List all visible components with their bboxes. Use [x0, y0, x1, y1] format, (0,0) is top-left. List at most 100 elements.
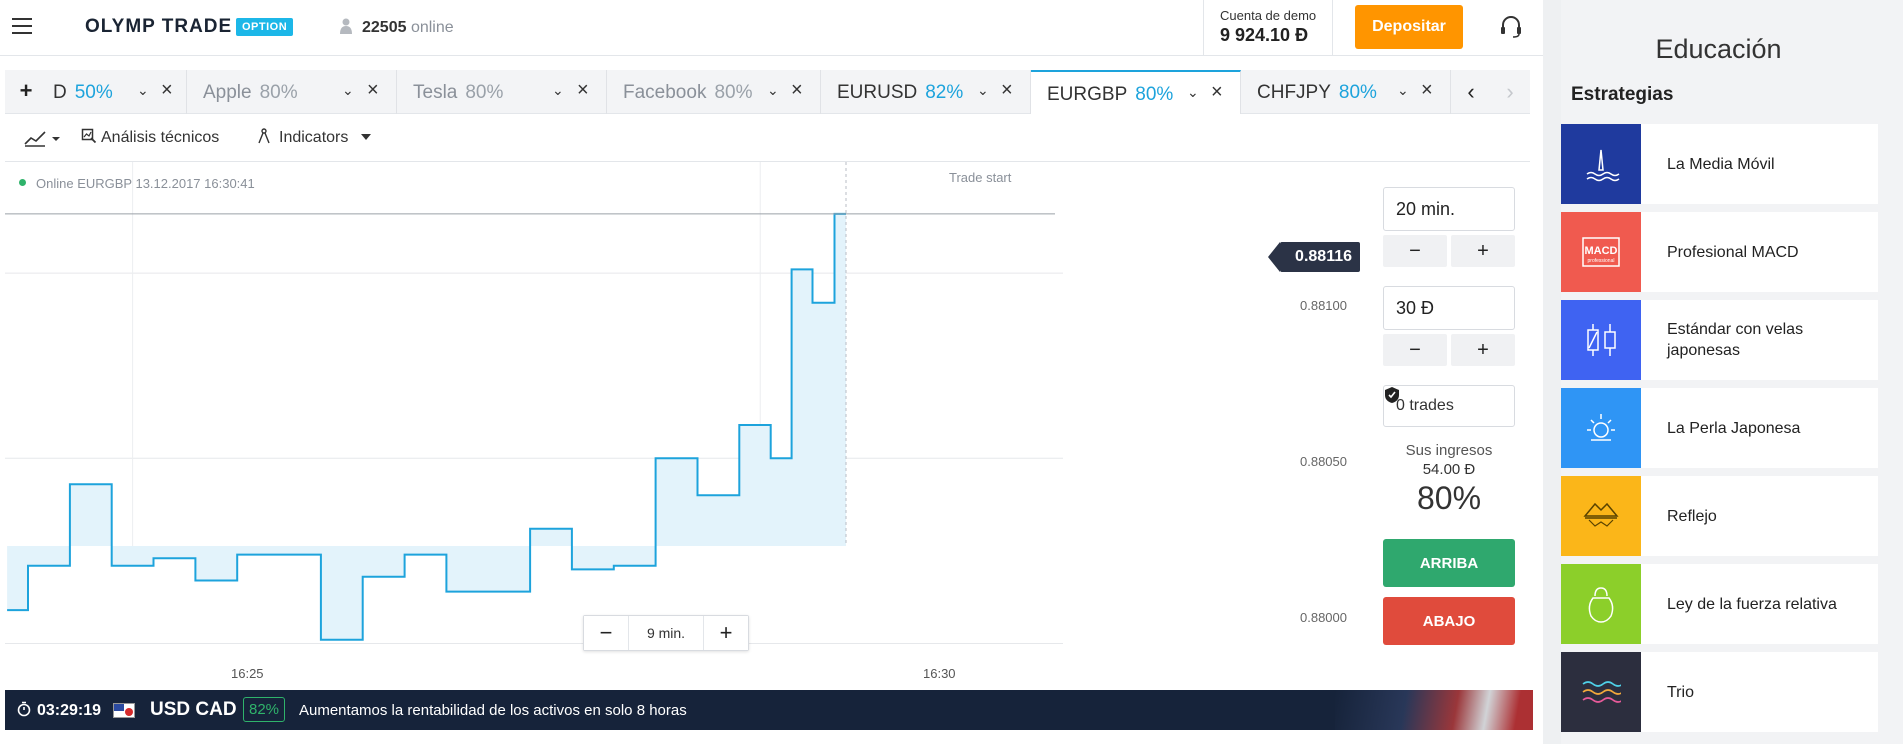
duration-minus-button[interactable]: −: [1383, 235, 1447, 267]
top-header: OLYMP TRADE OPTION 22505 online Cuenta d…: [0, 0, 1543, 56]
deposit-button[interactable]: Depositar: [1355, 5, 1463, 49]
strategies-heading: Estrategias: [1571, 84, 1674, 105]
tab-label: EURGBP: [1047, 84, 1128, 105]
chevron-down-icon[interactable]: ⌄: [137, 82, 149, 99]
shield-icon: [1385, 387, 1399, 403]
tab-asset-eurusd[interactable]: EURUSD 82% ⌄ ×: [821, 70, 1031, 114]
tab-payout: 80%: [259, 82, 298, 103]
tab-label: Facebook: [623, 82, 707, 103]
asset-tabs: + D 50% ⌄ × Apple 80% ⌄ × Tesla 80% ⌄ × Fac…: [5, 70, 1530, 114]
chart-type-selector[interactable]: [23, 128, 65, 153]
tab-payout: 82%: [925, 82, 964, 103]
logo: OLYMP TRADE: [85, 16, 233, 37]
income-percent: 80%: [1416, 480, 1482, 516]
amount-field[interactable]: 30 Đ: [1383, 286, 1515, 330]
tab-asset-eurgbp[interactable]: EURGBP 80% ⌄ ×: [1031, 70, 1241, 114]
close-icon[interactable]: ×: [1421, 79, 1433, 102]
usd-cad-flag-icon: [113, 703, 135, 718]
close-icon[interactable]: ×: [791, 79, 803, 102]
promo-bar[interactable]: 03:29:19 USD CAD 82% Aumentamos la renta…: [5, 690, 1533, 730]
mountain-reflection-icon: [1561, 476, 1641, 556]
trades-button[interactable]: 0 trades: [1383, 385, 1515, 427]
price-chart[interactable]: Online EURGBP 13.12.2017 16:30:41 Trade …: [5, 162, 1530, 690]
candles-icon: [1561, 300, 1641, 380]
online-label: online: [410, 19, 454, 36]
trade-start-label: Trade start: [949, 170, 1012, 185]
waves-icon: [1561, 652, 1641, 732]
technical-analysis-label: Análisis técnicos: [101, 129, 220, 146]
chart-status: Online EURGBP 13.12.2017 16:30:41: [19, 176, 255, 191]
chevron-down-icon[interactable]: ⌄: [1187, 84, 1199, 101]
tab-asset-d[interactable]: D 50% ⌄ ×: [47, 70, 187, 114]
chevron-down-icon[interactable]: ⌄: [552, 82, 564, 99]
add-tab-button[interactable]: +: [5, 70, 47, 114]
online-count: 22505: [362, 19, 407, 36]
surfer-icon: [1561, 124, 1641, 204]
income-value: 54.00 Đ: [1422, 461, 1476, 478]
promo-asset: USD CAD: [150, 699, 237, 720]
chevron-down-icon[interactable]: ⌄: [342, 82, 354, 99]
up-button[interactable]: ARRIBA: [1383, 539, 1515, 587]
zoom-out-button[interactable]: −: [584, 616, 628, 650]
online-counter: 22505 online: [340, 18, 454, 37]
online-dot-icon: [19, 179, 26, 186]
strategy-card-perla[interactable]: La Perla Japonesa: [1561, 388, 1878, 468]
zoom-in-button[interactable]: +: [704, 616, 748, 650]
chevron-down-icon[interactable]: ⌄: [767, 82, 779, 99]
strategy-card-trio[interactable]: Trio: [1561, 652, 1878, 732]
strategy-title: Ley de la fuerza relativa: [1667, 595, 1837, 613]
chart-type-icon: [24, 131, 60, 147]
demo-account-balance: 9 924.10 Đ: [1220, 25, 1309, 45]
down-button[interactable]: ABAJO: [1383, 597, 1515, 645]
close-icon[interactable]: ×: [1211, 81, 1223, 104]
tabs-prev-icon[interactable]: ‹: [1453, 70, 1489, 114]
income-label: Sus ingresos: [1405, 442, 1493, 459]
tabs-next-icon[interactable]: ›: [1492, 70, 1528, 114]
close-icon[interactable]: ×: [367, 79, 379, 102]
strategy-card-fuerza-relativa[interactable]: Ley de la fuerza relativa: [1561, 564, 1878, 644]
tab-asset-facebook[interactable]: Facebook 80% ⌄ ×: [607, 70, 821, 114]
pearl-icon: [1561, 388, 1641, 468]
close-icon[interactable]: ×: [161, 79, 173, 102]
tab-label: Tesla: [413, 82, 458, 103]
chart-toolbar: Análisis técnicos Indicators: [5, 114, 1530, 162]
close-icon[interactable]: ×: [1001, 79, 1013, 102]
strategy-card-reflejo[interactable]: Reflejo: [1561, 476, 1878, 556]
x-axis-label: 16:30: [923, 666, 956, 681]
menu-icon[interactable]: [12, 18, 32, 34]
promo-message: Aumentamos la rentabilidad de los activo…: [299, 702, 687, 719]
zoom-value: 9 min.: [628, 616, 704, 650]
chevron-down-icon[interactable]: ⌄: [977, 82, 989, 99]
promo-payout-badge: 82%: [243, 697, 286, 722]
demo-account-label: Cuenta de demo: [1220, 8, 1317, 23]
strategy-title: Estándar con velas japonesas: [1667, 321, 1804, 359]
strategy-card-velas[interactable]: Estándar con velas japonesas: [1561, 300, 1878, 380]
tab-label: EURUSD: [837, 82, 918, 103]
y-axis-label: 0.88050: [1300, 454, 1347, 469]
amount-plus-button[interactable]: +: [1451, 334, 1515, 366]
tab-label: Apple: [203, 82, 252, 103]
tab-label: CHFJPY: [1257, 82, 1331, 103]
logo-badge: OPTION: [236, 18, 294, 36]
chart-status-text: Online EURGBP 13.12.2017 16:30:41: [36, 176, 255, 191]
chevron-down-icon[interactable]: ⌄: [1397, 82, 1409, 99]
macd-icon: MACD professional: [1561, 212, 1641, 292]
demo-account[interactable]: Cuenta de demo 9 924.10 Đ: [1203, 0, 1334, 56]
zoom-control: − 9 min. +: [583, 615, 749, 651]
tab-asset-apple[interactable]: Apple 80% ⌄ ×: [187, 70, 397, 114]
strategy-card-macd[interactable]: MACD professional Profesional MACD: [1561, 212, 1878, 292]
strategy-title: La Media Móvil: [1667, 155, 1775, 173]
strategy-card-media-movil[interactable]: La Media Móvil: [1561, 124, 1878, 204]
duration-field[interactable]: 20 min.: [1383, 187, 1515, 231]
compass-icon: [258, 128, 270, 144]
technical-analysis-button[interactable]: Análisis técnicos: [81, 128, 219, 147]
tab-asset-chfjpy[interactable]: CHFJPY 80% ⌄ ×: [1241, 70, 1451, 114]
duration-plus-button[interactable]: +: [1451, 235, 1515, 267]
tab-asset-tesla[interactable]: Tesla 80% ⌄ ×: [397, 70, 607, 114]
amount-minus-button[interactable]: −: [1383, 334, 1447, 366]
close-icon[interactable]: ×: [577, 79, 589, 102]
user-icon: [340, 18, 352, 34]
indicators-dropdown[interactable]: Indicators: [257, 128, 371, 147]
headset-icon[interactable]: [1498, 14, 1524, 40]
trades-label: 0 trades: [1396, 397, 1454, 414]
